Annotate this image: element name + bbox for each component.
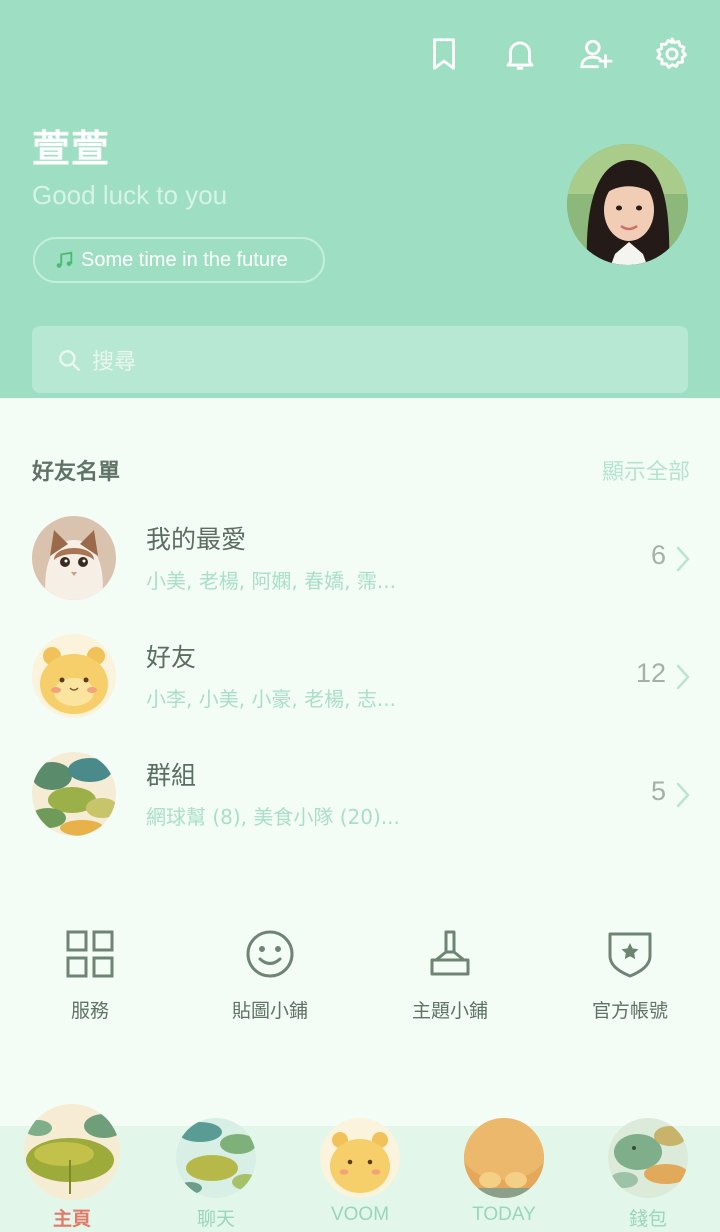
- shortcut-label: 貼圖小鋪: [231, 1000, 308, 1022]
- search-input[interactable]: 搜尋: [32, 326, 688, 393]
- friend-group-title: 我的最愛: [146, 525, 247, 554]
- favorites-avatar: [32, 516, 116, 600]
- services-shortcut[interactable]: 服務: [0, 926, 180, 1023]
- nav-voom[interactable]: VOOM: [288, 1108, 432, 1225]
- nav-label: VOOM: [330, 1204, 390, 1225]
- chevron-right-icon: [676, 546, 690, 572]
- nav-label: 主頁: [52, 1209, 91, 1230]
- groups-avatar: [32, 752, 116, 836]
- bookmark-icon[interactable]: [424, 32, 464, 76]
- status-message[interactable]: Good luck to you: [32, 180, 227, 211]
- friend-list-title: 好友名單: [32, 460, 121, 485]
- friend-group-members: 小美, 老楊, 阿嫻, 春嬌, 霈...: [146, 569, 396, 593]
- nav-label: 錢包: [628, 1209, 667, 1230]
- profile-avatar[interactable]: [567, 144, 688, 265]
- groups-row[interactable]: 群組 網球幫 (8), 美食小隊 (20)... 5: [0, 752, 720, 852]
- shortcut-label: 服務: [70, 1000, 109, 1022]
- theme-shop-shortcut[interactable]: 主題小鋪: [360, 926, 540, 1023]
- friend-group-members: 小李, 小美, 小豪, 老楊, 志...: [146, 687, 396, 711]
- gear-icon[interactable]: [652, 32, 692, 76]
- nav-label: 聊天: [196, 1209, 235, 1230]
- favorites-row[interactable]: 我的最愛 小美, 老楊, 阿嫻, 春嬌, 霈... 6: [0, 516, 720, 616]
- nav-label: TODAY: [472, 1204, 536, 1225]
- friend-group-count: 5: [650, 776, 666, 806]
- friends-row[interactable]: 好友 小李, 小美, 小豪, 老楊, 志... 12: [0, 634, 720, 734]
- friend-group-title: 好友: [146, 643, 197, 672]
- nav-today[interactable]: TODAY: [432, 1108, 576, 1225]
- show-all-link[interactable]: 顯示全部: [602, 454, 690, 486]
- smiley-icon: [246, 930, 294, 978]
- music-title: Some time in the future: [81, 248, 288, 271]
- home-tab-icon: [24, 1104, 120, 1200]
- user-name[interactable]: 萱萱: [32, 118, 110, 173]
- wallet-tab-icon: [608, 1118, 688, 1198]
- nav-wallet[interactable]: 錢包: [576, 1108, 720, 1230]
- friend-group-count: 6: [650, 540, 666, 570]
- shield-star-icon: [608, 932, 652, 978]
- voom-tab-icon: [320, 1118, 400, 1198]
- nav-home[interactable]: 主頁: [0, 1104, 144, 1230]
- chats-tab-icon: [176, 1118, 256, 1198]
- official-accounts-shortcut[interactable]: 官方帳號: [540, 926, 720, 1023]
- chevron-right-icon: [676, 664, 690, 690]
- friend-group-members: 網球幫 (8), 美食小隊 (20)...: [146, 805, 400, 829]
- today-tab-icon: [464, 1118, 544, 1198]
- shortcut-label: 官方帳號: [591, 1000, 668, 1022]
- profile-music-button[interactable]: Some time in the future: [33, 237, 325, 283]
- search-placeholder: 搜尋: [92, 349, 137, 375]
- bell-icon[interactable]: [500, 32, 540, 76]
- shortcut-label: 主題小鋪: [411, 1000, 488, 1022]
- grid-icon: [66, 930, 114, 978]
- search-icon: [59, 349, 80, 371]
- chevron-right-icon: [676, 782, 690, 808]
- friends-avatar: [32, 634, 116, 718]
- friend-group-title: 群組: [146, 761, 197, 790]
- music-note-icon: [56, 251, 73, 268]
- add-friend-icon[interactable]: [576, 32, 616, 76]
- nav-chats[interactable]: 聊天: [144, 1108, 288, 1230]
- sticker-shop-shortcut[interactable]: 貼圖小鋪: [180, 926, 360, 1023]
- friend-group-count: 12: [635, 658, 666, 688]
- header-actions: [424, 32, 692, 76]
- brush-icon: [430, 930, 470, 976]
- profile-header: 萱萱 Good luck to you Some time in the fut…: [0, 0, 720, 398]
